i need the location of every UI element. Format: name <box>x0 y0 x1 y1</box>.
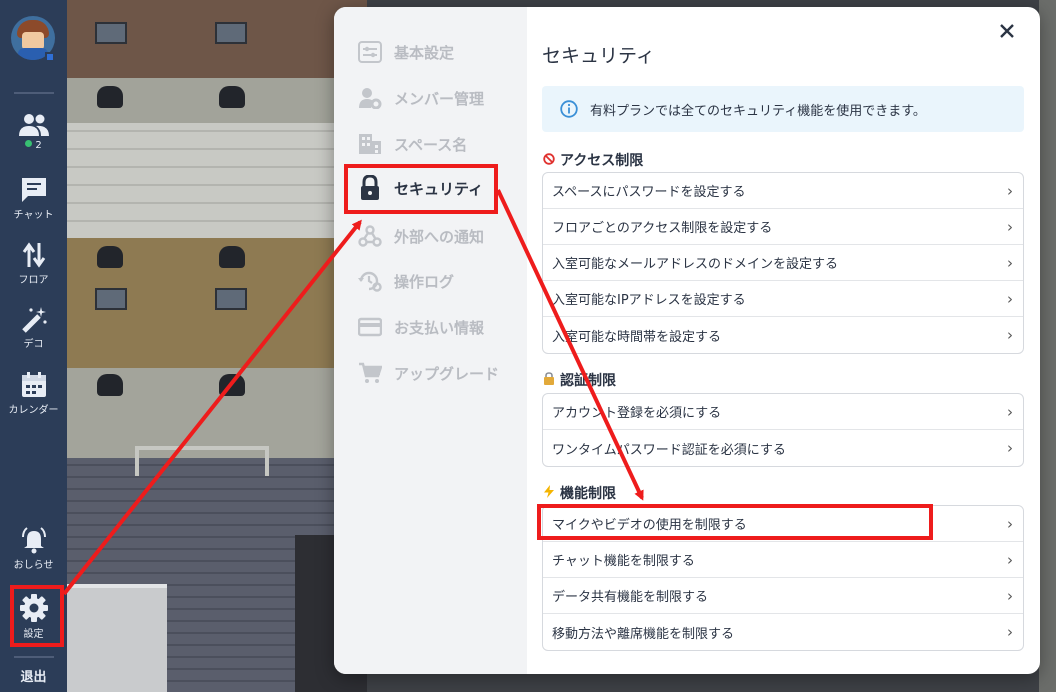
annotation-arrows <box>62 189 644 596</box>
arrow-to-mic-row <box>496 189 644 501</box>
arrow-to-security <box>62 219 362 596</box>
